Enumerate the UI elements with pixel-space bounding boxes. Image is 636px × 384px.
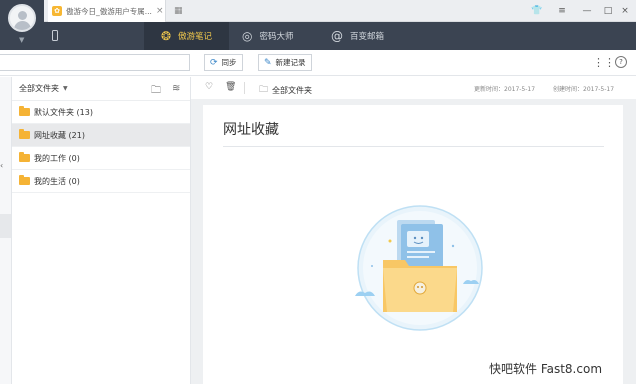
notes-icon: ❂ [160, 29, 172, 43]
divider [244, 82, 245, 94]
user-avatar-area[interactable]: ▼ [0, 0, 44, 50]
avatar[interactable] [8, 4, 36, 32]
help-icon[interactable]: ? [615, 56, 627, 68]
new-record-label: 新建记录 [275, 58, 306, 67]
caret-down-icon[interactable]: ▼ [63, 85, 68, 92]
tab-password-label: 密码大师 [259, 32, 294, 42]
sync-label: 同步 [221, 58, 237, 67]
watermark-text: 快吧软件 Fast8.com [489, 362, 603, 376]
layers-icon[interactable]: ≋ [172, 83, 180, 94]
phone-icon[interactable] [52, 30, 58, 41]
created-time: 创建时间：2017-5-17 [553, 86, 615, 93]
avatar-body-shape [14, 21, 31, 30]
note-content-area: 网址收藏 [191, 99, 636, 384]
tab-password-master[interactable]: ◎ 密码大师 [242, 22, 294, 50]
empty-folder-illustration [355, 205, 483, 331]
folder-panel: 全部文件夹 ▼ 🗀 ≋ 默认文件夹 (13) 网址收藏 (21) 我的工作 (0… [12, 77, 191, 384]
folder-label: 我的工作 (0) [34, 153, 80, 163]
all-folders-dropdown[interactable]: 全部文件夹 [19, 83, 59, 94]
avatar-head-shape [18, 11, 27, 20]
title-bar: ✿ 傲游今日_傲游用户专属... × ▦ 👕 ≡ — □ × [0, 0, 636, 22]
fingerprint-icon: ◎ [242, 29, 253, 43]
sync-icon: ⟳ [210, 57, 218, 68]
sync-button[interactable]: ⟳ 同步 [204, 54, 243, 71]
folder-item[interactable]: 我的生活 (0) [12, 170, 190, 193]
apps-grid-icon[interactable]: ⋮⋮ [593, 56, 615, 69]
collapsed-sidebar: ‹ [0, 77, 12, 384]
menu-icon[interactable]: ≡ [551, 0, 573, 22]
folder-item[interactable]: 网址收藏 (21) [12, 124, 190, 147]
folder-panel-header: 全部文件夹 ▼ 🗀 ≋ [12, 77, 190, 101]
updated-time: 更新时间：2017-5-17 [474, 86, 536, 93]
new-record-button[interactable]: ✎ 新建记录 [258, 54, 312, 71]
tab-notes-label: 傲游笔记 [178, 32, 213, 42]
new-note-icon: ✎ [264, 57, 272, 68]
folder-icon [19, 129, 30, 139]
folder-item[interactable]: 我的工作 (0) [12, 147, 190, 170]
folder-label: 网址收藏 (21) [34, 130, 85, 140]
skin-icon[interactable]: 👕 [526, 0, 548, 22]
note-card: 网址收藏 [203, 105, 623, 384]
title-divider [223, 146, 604, 147]
chevron-left-icon[interactable]: ‹ [0, 161, 3, 170]
mail-icon: @ [331, 29, 343, 43]
heart-icon[interactable]: ♡ [205, 82, 213, 92]
note-toolbar: ♡ 🗑 🗀 全部文件夹 更新时间：2017-5-17 创建时间：2017-5-1… [191, 77, 636, 99]
close-button[interactable]: × [614, 0, 636, 22]
note-title[interactable]: 网址收藏 [223, 119, 279, 139]
browser-tab-title: 傲游今日_傲游用户专属... [66, 6, 152, 16]
folder-path-label: 全部文件夹 [272, 85, 313, 95]
minimize-button[interactable]: — [576, 0, 598, 22]
tab-notes[interactable]: ❂ 傲游笔记 [144, 22, 229, 50]
toolbar: ⟳ 同步 ✎ 新建记录 ⋮⋮ ? [0, 50, 636, 76]
trash-icon[interactable]: 🗑 [225, 82, 236, 92]
folder-path[interactable]: 🗀 全部文件夹 [259, 82, 312, 98]
chevron-down-icon[interactable]: ▼ [19, 36, 24, 44]
collapsed-selection-marker [0, 214, 11, 238]
browser-tab[interactable]: ✿ 傲游今日_傲游用户专属... × [48, 0, 166, 22]
folder-label: 默认文件夹 (13) [34, 107, 93, 117]
tab-grid-icon[interactable]: ▦ [174, 0, 188, 22]
folder-outline-icon: 🗀 [259, 85, 269, 95]
tab-mail[interactable]: @ 百变邮箱 [331, 22, 384, 50]
search-input[interactable] [0, 54, 190, 71]
folder-icon [19, 106, 30, 116]
tab-close-icon[interactable]: × [156, 6, 164, 16]
new-folder-icon[interactable]: 🗀 [151, 83, 161, 100]
folder-label: 我的生活 (0) [34, 176, 80, 186]
app-nav-bar: ❂ 傲游笔记 ◎ 密码大师 @ 百变邮箱 [44, 22, 636, 50]
folder-item[interactable]: 默认文件夹 (13) [12, 101, 190, 124]
maxthon-favicon-icon: ✿ [52, 6, 62, 16]
folder-icon [19, 175, 30, 185]
tab-mail-label: 百变邮箱 [350, 32, 385, 42]
folder-icon [19, 152, 30, 162]
